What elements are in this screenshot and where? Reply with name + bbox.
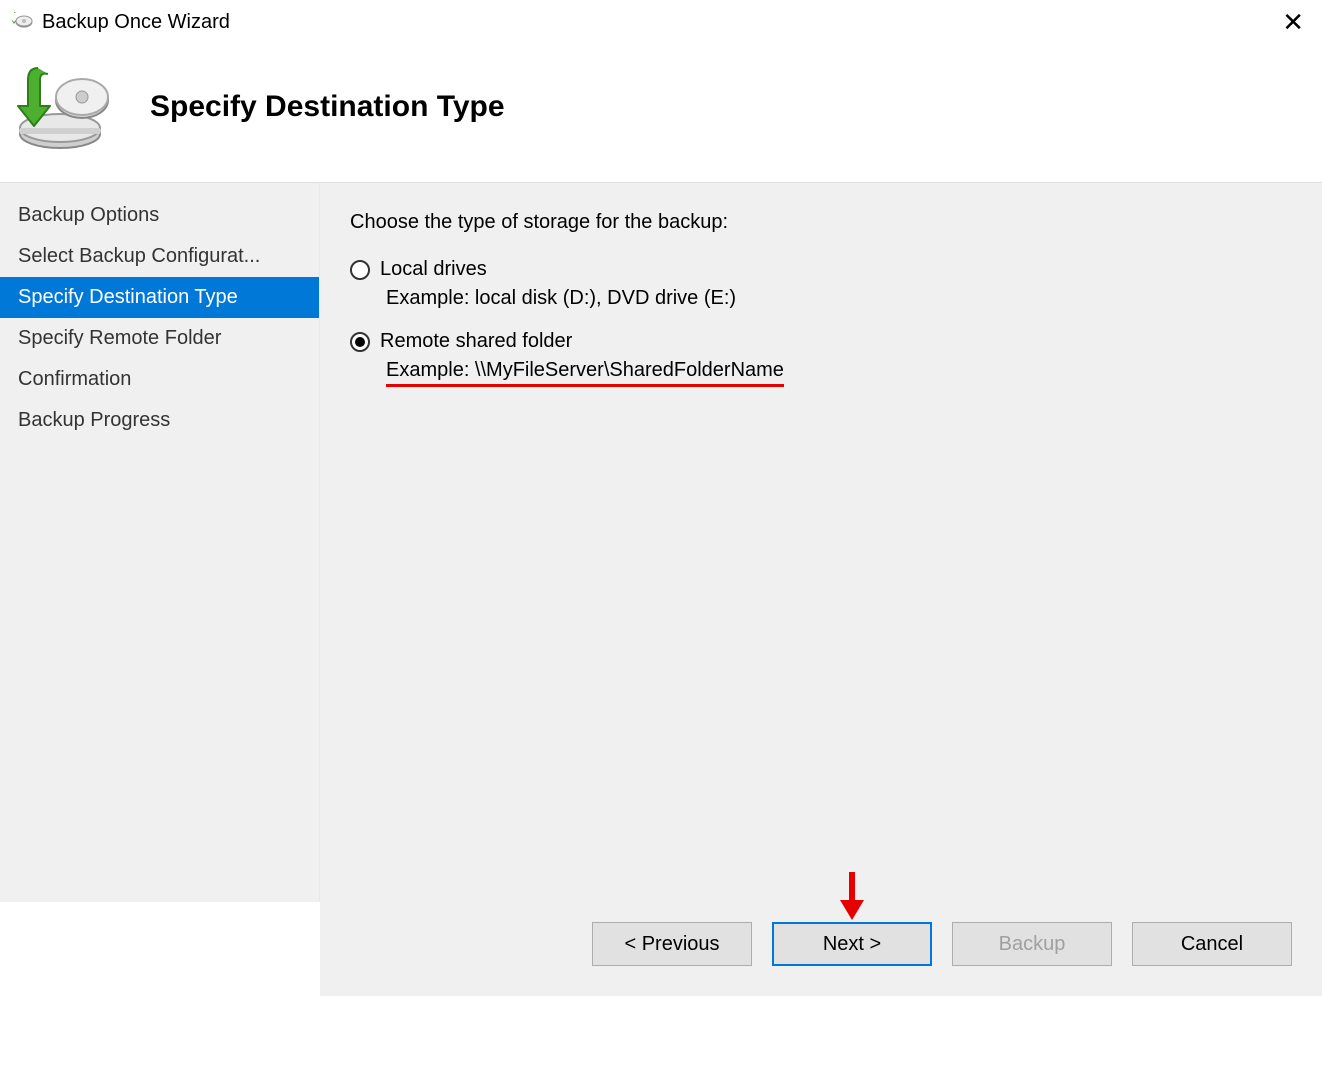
app-icon bbox=[10, 10, 34, 34]
step-select-backup-configuration[interactable]: Select Backup Configurat... bbox=[0, 236, 319, 277]
wizard-header: Specify Destination Type bbox=[0, 42, 1322, 182]
example-local: Example: local disk (D:), DVD drive (E:) bbox=[386, 287, 1292, 310]
radio-label-remote: Remote shared folder bbox=[380, 330, 572, 353]
step-backup-progress[interactable]: Backup Progress bbox=[0, 400, 319, 441]
radio-local-drives[interactable]: Local drives bbox=[350, 258, 1292, 281]
step-specify-remote-folder[interactable]: Specify Remote Folder bbox=[0, 318, 319, 359]
radio-icon bbox=[350, 332, 370, 352]
step-confirmation[interactable]: Confirmation bbox=[0, 359, 319, 400]
wizard-footer: < Previous Next > Backup Cancel bbox=[320, 902, 1322, 996]
page-title: Specify Destination Type bbox=[150, 90, 505, 124]
step-backup-options[interactable]: Backup Options bbox=[0, 195, 319, 236]
example-remote: Example: \\MyFileServer\SharedFolderName bbox=[386, 359, 1292, 387]
next-button[interactable]: Next > bbox=[772, 922, 932, 966]
radio-remote-shared-folder[interactable]: Remote shared folder bbox=[350, 330, 1292, 353]
close-icon[interactable]: ✕ bbox=[1274, 9, 1312, 35]
example-remote-text: Example: \\MyFileServer\SharedFolderName bbox=[386, 359, 784, 387]
window-title: Backup Once Wizard bbox=[42, 11, 1274, 34]
radio-icon bbox=[350, 260, 370, 280]
cancel-button[interactable]: Cancel bbox=[1132, 922, 1292, 966]
arrow-down-icon bbox=[837, 870, 867, 926]
radio-label-local: Local drives bbox=[380, 258, 487, 281]
titlebar: Backup Once Wizard ✕ bbox=[0, 0, 1322, 42]
instruction-text: Choose the type of storage for the backu… bbox=[350, 211, 1292, 234]
previous-button[interactable]: < Previous bbox=[592, 922, 752, 966]
wizard-sidebar: Backup Options Select Backup Configurat.… bbox=[0, 183, 320, 902]
backup-button: Backup bbox=[952, 922, 1112, 966]
backup-hero-icon bbox=[10, 62, 120, 152]
wizard-content: Choose the type of storage for the backu… bbox=[320, 183, 1322, 902]
wizard-body: Backup Options Select Backup Configurat.… bbox=[0, 182, 1322, 902]
step-specify-destination-type[interactable]: Specify Destination Type bbox=[0, 277, 319, 318]
